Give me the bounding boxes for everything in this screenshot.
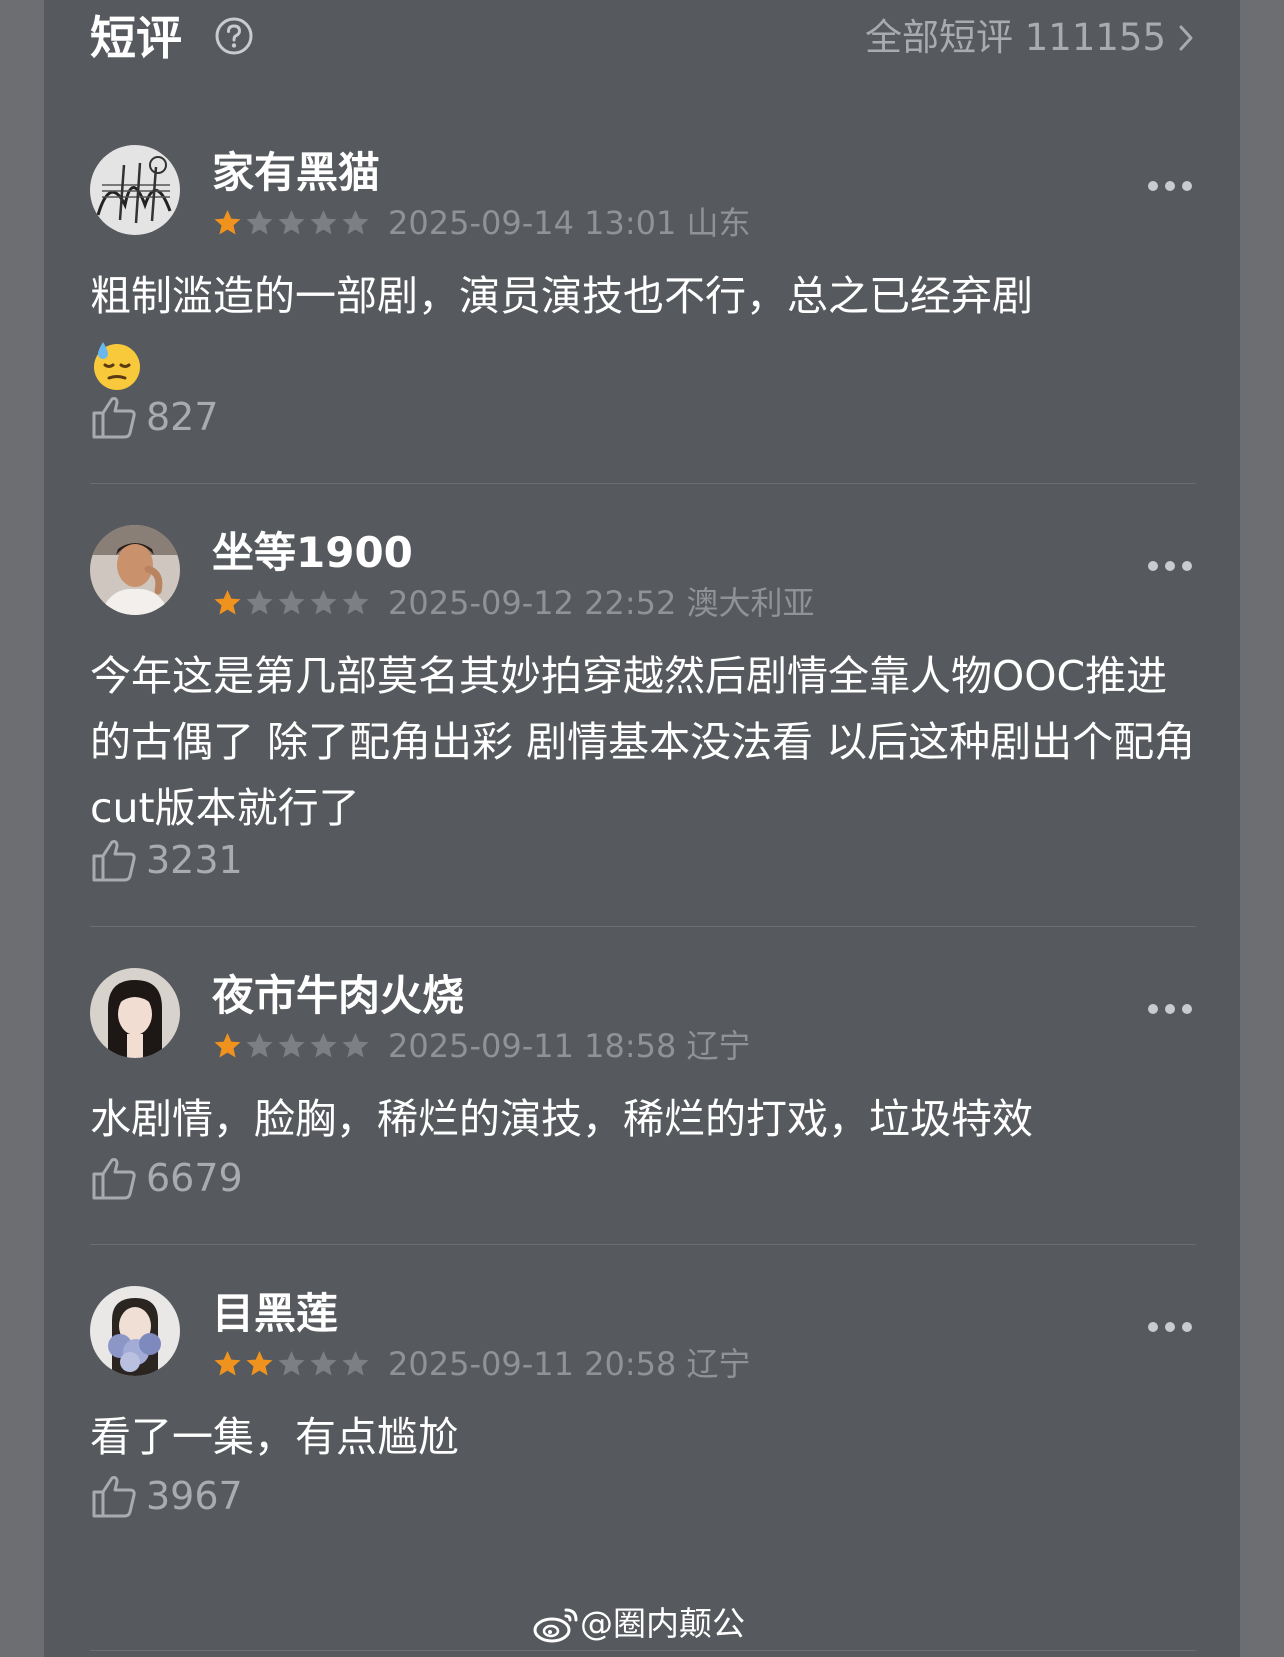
star-empty-icon — [246, 210, 273, 235]
star-empty-icon — [310, 1033, 337, 1058]
avatar[interactable] — [90, 968, 180, 1058]
avatar[interactable] — [90, 525, 180, 615]
divider — [90, 1650, 1196, 1651]
like-button[interactable]: 3231 — [90, 836, 243, 884]
thumbs-up-icon — [92, 1158, 136, 1200]
review-text: 粗制滥造的一部剧，演员演技也不行，总之已经弃剧 — [90, 263, 1196, 395]
reviewer-name[interactable]: 坐等1900 — [212, 527, 413, 579]
reviewer-name[interactable]: 家有黑猫 — [212, 147, 380, 199]
weibo-logo-icon — [533, 1608, 578, 1643]
avatar[interactable] — [90, 1286, 180, 1376]
star-rating — [212, 208, 372, 238]
reviewer-name[interactable]: 夜市牛肉火烧 — [212, 970, 464, 1022]
star-empty-icon — [278, 590, 305, 615]
review-time-location: 2025-09-11 20:58 辽宁 — [388, 1345, 751, 1383]
all-reviews-link[interactable]: 全部短评 111155 — [865, 16, 1194, 60]
review-meta: 2025-09-11 18:58 辽宁 — [212, 1026, 751, 1066]
help-icon[interactable] — [214, 16, 254, 56]
chevron-right-icon — [1179, 25, 1193, 51]
all-reviews-label: 全部短评 111155 — [864, 16, 1166, 59]
star-empty-icon — [342, 590, 369, 615]
star-rating — [212, 588, 372, 618]
thumbs-up-icon — [92, 1476, 136, 1518]
avatar[interactable] — [90, 145, 180, 235]
star-empty-icon — [342, 1351, 369, 1376]
reviewer-name[interactable]: 目黑莲 — [212, 1288, 338, 1340]
weibo-watermark: @圈内颠公 — [532, 1604, 745, 1644]
section-title: 短评 — [90, 11, 182, 65]
star-empty-icon — [278, 210, 305, 235]
downcast-sweat-face-icon — [94, 342, 140, 390]
more-options-icon[interactable] — [1148, 1002, 1192, 1016]
review-text: 今年这是第几部莫名其妙拍穿越然后剧情全靠人物OOC推进的古偶了 除了配角出彩 剧… — [90, 652, 1196, 832]
star-filled-icon — [214, 210, 241, 235]
star-empty-icon — [310, 210, 337, 235]
watermark-text: @圈内颠公 — [580, 1604, 745, 1643]
like-count: 3967 — [146, 1474, 243, 1518]
star-filled-icon — [214, 1351, 241, 1376]
star-filled-icon — [214, 1033, 241, 1058]
like-button[interactable]: 6679 — [90, 1154, 243, 1202]
star-filled-icon — [214, 590, 241, 615]
review-time-location: 2025-09-12 22:52 澳大利亚 — [388, 584, 815, 622]
reviews-panel: 短评 全部短评 111155 家有黑猫 2025-09-14 13:01 山东 … — [44, 0, 1240, 1657]
more-options-icon[interactable] — [1148, 559, 1192, 573]
star-empty-icon — [310, 590, 337, 615]
star-rating — [212, 1031, 372, 1061]
star-empty-icon — [342, 210, 369, 235]
section-header: 短评 全部短评 111155 — [90, 8, 1194, 68]
star-empty-icon — [246, 1033, 273, 1058]
star-empty-icon — [278, 1033, 305, 1058]
review-text: 看了一集，有点尴尬 — [90, 1413, 459, 1461]
star-filled-icon — [246, 1351, 273, 1376]
more-options-icon[interactable] — [1148, 179, 1192, 193]
like-button[interactable]: 3967 — [90, 1472, 243, 1520]
star-empty-icon — [246, 590, 273, 615]
star-rating — [212, 1349, 372, 1379]
thumbs-up-icon — [92, 840, 136, 882]
review-meta: 2025-09-14 13:01 山东 — [212, 203, 751, 243]
review-time-location: 2025-09-11 18:58 辽宁 — [388, 1027, 751, 1065]
divider — [90, 483, 1196, 484]
star-empty-icon — [310, 1351, 337, 1376]
divider — [90, 1244, 1196, 1245]
star-empty-icon — [342, 1033, 369, 1058]
review-text: 水剧情，脸胸，稀烂的演技，稀烂的打戏，垃圾特效 — [90, 1095, 1033, 1143]
like-count: 6679 — [146, 1156, 243, 1200]
more-options-icon[interactable] — [1148, 1320, 1192, 1334]
star-empty-icon — [278, 1351, 305, 1376]
like-count: 827 — [146, 395, 219, 439]
review-meta: 2025-09-12 22:52 澳大利亚 — [212, 583, 815, 623]
review-time-location: 2025-09-14 13:01 山东 — [388, 204, 751, 242]
review-meta: 2025-09-11 20:58 辽宁 — [212, 1344, 751, 1384]
divider — [90, 926, 1196, 927]
thumbs-up-icon — [92, 397, 136, 439]
like-count: 3231 — [146, 838, 243, 882]
like-button[interactable]: 827 — [90, 393, 219, 441]
